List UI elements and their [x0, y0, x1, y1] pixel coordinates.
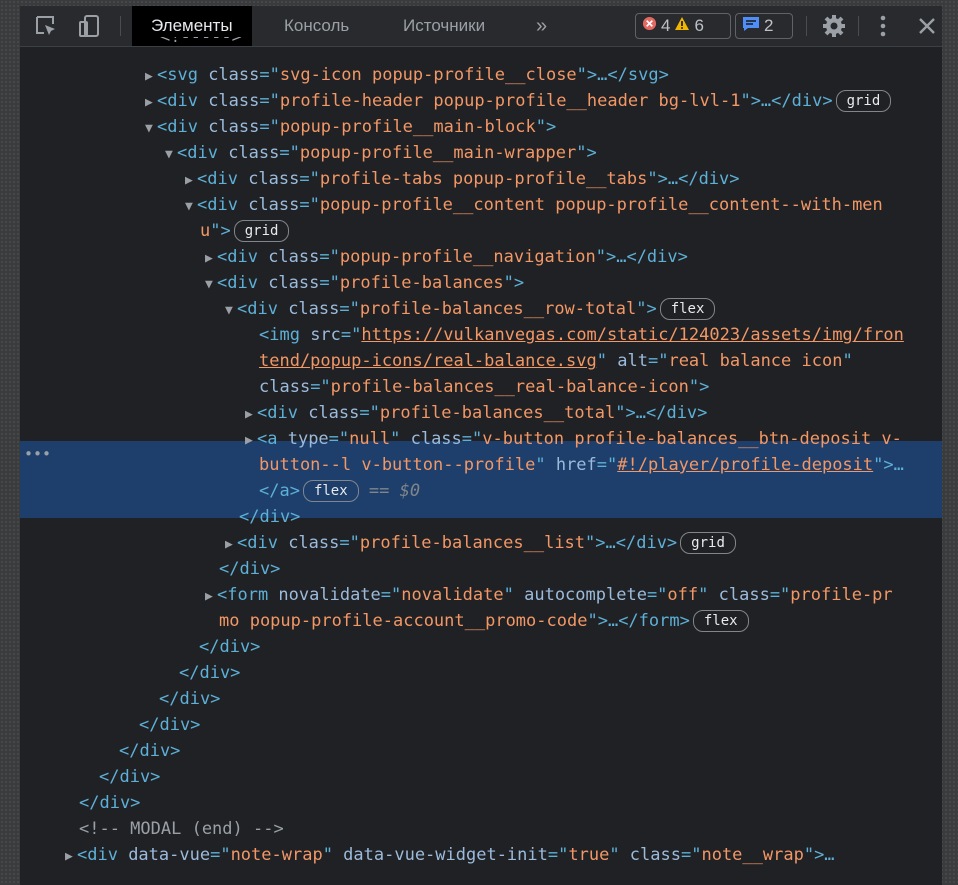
error-count: 4 — [661, 16, 671, 35]
closing-div-tag: </div> — [239, 507, 301, 527]
message-icon — [742, 16, 760, 37]
img-src-link[interactable]: https://vulkanvegas.com/static/124023/as… — [361, 325, 903, 345]
dom-node-deposit-close: </a> flex == $0 — [259, 480, 421, 502]
dom-node-img-wrap: class="profile-balances__real-balance-ic… — [259, 377, 710, 397]
closing-div-tag: </div> — [99, 767, 161, 787]
dom-node-svg-close[interactable]: ▶ <svg class="svg-icon popup-profile__clo… — [20, 62, 942, 88]
issues-counter[interactable]: 4 6 — [635, 13, 731, 39]
grid-badge[interactable]: grid — [835, 90, 892, 112]
closing-div-tag: </div> — [199, 637, 261, 657]
dom-node-profile-header[interactable]: ▶ <div class="profile-header popup-profil… — [20, 88, 942, 114]
flex-badge[interactable]: flex — [302, 480, 359, 502]
dom-node-balances-total[interactable]: ▶ <div class="profile-balances__total">…<… — [20, 400, 942, 426]
closing-div-tag: </div> — [119, 741, 181, 761]
dom-node-profile-tabs[interactable]: ▶ <div class="profile-tabs popup-profile_… — [20, 166, 942, 192]
dom-node-deposit-wrap: button--l v-button--profile" href="#!/pl… — [259, 455, 904, 475]
dom-node-note-wrap[interactable]: ▶ <div data-vue="note-wrap" data-vue-widg… — [20, 842, 942, 868]
dom-node-promo-form-wrap: mo popup-profile-account__promo-code">…<… — [20, 608, 942, 634]
dom-node-row-total[interactable]: ▼ <div class="profile-balances__row-total… — [20, 296, 942, 322]
closing-div-tag: </div> — [139, 715, 201, 735]
dom-node-profile-balances[interactable]: ▼ <div class="profile-balances"> — [20, 270, 942, 296]
dom-node-profile-content[interactable]: ▼ <div class="popup-profile__content popu… — [20, 192, 942, 218]
messages-counter[interactable]: 2 — [735, 13, 793, 39]
devtools-panel: Элементы Консоль Источники » 4 6 2 <!---… — [20, 6, 942, 885]
dom-node-promo-form[interactable]: ▶ <form novalidate="novalidate" autocompl… — [20, 582, 942, 608]
flex-badge[interactable]: flex — [659, 298, 716, 320]
closing-div-tag: </div> — [79, 793, 141, 813]
error-icon — [642, 16, 657, 36]
modal-end-comment[interactable]: <!-- MODAL (end) --> — [20, 816, 942, 842]
deposit-href-link[interactable]: #!/player/profile-deposit — [617, 455, 873, 475]
img-src-link[interactable]: tend/popup-icons/real-balance.svg — [259, 351, 597, 371]
dom-node-main-wrapper[interactable]: ▼ <div class="popup-profile__main-wrapper… — [20, 140, 942, 166]
dom-node-deposit-button[interactable]: ▶ <a type="null" class="v-button profile-… — [20, 426, 942, 452]
closing-div-tag: </div> — [179, 663, 241, 683]
dom-node-balances-list[interactable]: ▶ <div class="profile-balances__list">…</… — [20, 530, 942, 556]
toolbar-separator — [120, 16, 121, 36]
grid-badge[interactable]: grid — [233, 220, 290, 242]
selected-node-marker: == $0 — [368, 481, 421, 501]
dom-node-navigation[interactable]: ▶ <div class="popup-profile__navigation">… — [20, 244, 942, 270]
grid-badge[interactable]: grid — [680, 532, 736, 554]
dom-node-img[interactable]: <img src="https://vulkanvegas.com/static… — [20, 322, 942, 348]
toolbar-separator — [806, 16, 807, 36]
message-count: 2 — [764, 16, 774, 35]
dom-node-main-block[interactable]: ▼ <div class="popup-profile__main-block"> — [20, 114, 942, 140]
close-icon[interactable] — [913, 12, 941, 40]
dom-node-img-wrap: tend/popup-icons/real-balance.svg" alt="… — [259, 351, 853, 371]
inspect-element-icon[interactable] — [32, 12, 60, 40]
device-toolbar-icon[interactable] — [76, 12, 104, 40]
dom-node-profile-content-wrap: u"> grid — [20, 218, 942, 244]
warning-icon — [674, 16, 690, 36]
warning-count: 6 — [694, 16, 704, 35]
closing-div-tag: </div> — [219, 559, 281, 579]
more-options-icon[interactable] — [869, 12, 897, 40]
toolbar-separator — [858, 16, 859, 36]
flex-badge[interactable]: flex — [692, 610, 749, 632]
gear-icon[interactable] — [820, 12, 848, 40]
closing-div-tag: </div> — [159, 689, 221, 709]
